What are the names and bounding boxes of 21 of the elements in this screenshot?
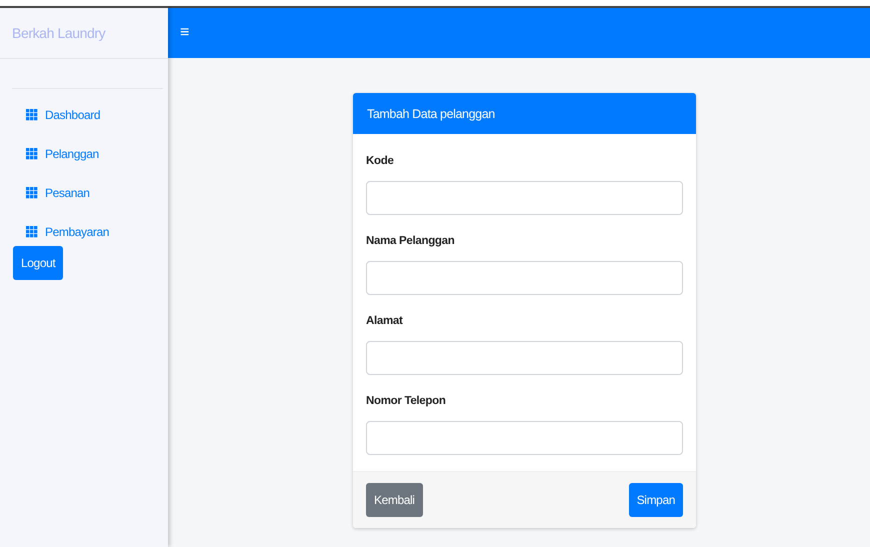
input-field[interactable] [366, 421, 683, 455]
back-button[interactable]: Kembali [366, 483, 423, 517]
menu-button[interactable]: ≡ [180, 24, 190, 42]
grid-icon [26, 187, 38, 199]
sidebar-item[interactable]: Pesanan [26, 183, 168, 203]
grid-icon [26, 148, 38, 160]
input-field[interactable] [366, 341, 683, 375]
sidebar-item[interactable]: Pembayaran [26, 222, 168, 242]
field-label: Kode [366, 155, 395, 167]
sidebar-item[interactable]: Dashboard [26, 105, 168, 125]
grid-icon [26, 226, 38, 238]
field-label: Nomor Telepon [366, 395, 447, 407]
logout-button[interactable]: Logout [13, 246, 64, 280]
grid-icon [26, 109, 38, 121]
input-field[interactable] [366, 181, 683, 215]
sidebar-item[interactable]: Pelanggan [26, 144, 168, 164]
save-button[interactable]: Simpan [628, 483, 683, 517]
field-label: Alamat [366, 315, 404, 327]
card-title: Tambah Data pelanggan [367, 106, 495, 120]
input-field[interactable] [366, 261, 683, 295]
field-label: Nama Pelanggan [366, 235, 456, 247]
